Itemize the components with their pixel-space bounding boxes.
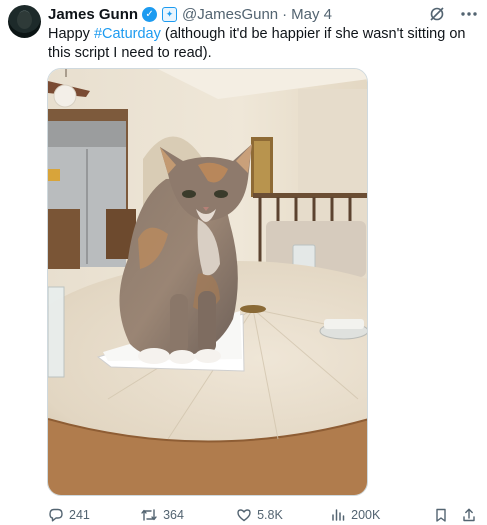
views-icon — [332, 509, 345, 521]
cat-photo-image — [48, 69, 367, 495]
like-count: 5.8K — [257, 508, 283, 522]
view-count: 200K — [351, 508, 381, 522]
avatar[interactable] — [8, 5, 41, 38]
reply-count: 241 — [69, 508, 90, 522]
share-icon[interactable] — [461, 507, 477, 523]
bookmark-icon[interactable] — [433, 507, 449, 523]
verified-badge-icon[interactable]: ✓ — [142, 6, 158, 22]
reply-button[interactable]: 241 — [48, 507, 140, 523]
tweet-actions-bar: 241 364 5.8K 200K — [48, 505, 477, 525]
author-name[interactable]: James Gunn — [48, 6, 138, 23]
author-handle[interactable]: @JamesGunn — [182, 6, 278, 23]
tweet-text-start: Happy — [48, 26, 94, 42]
separator-dot: · — [282, 5, 288, 23]
header-actions — [429, 6, 479, 22]
tweet-actions-right — [433, 507, 477, 523]
retweet-count: 364 — [163, 508, 184, 522]
hashtag-link[interactable]: #Caturday — [94, 26, 161, 42]
affiliate-badge-icon[interactable]: ✦ — [162, 6, 178, 22]
tweet-photo[interactable] — [47, 68, 368, 496]
tweet-header: James Gunn ✓ ✦ @JamesGunn · May 4 — [48, 5, 479, 23]
more-icon[interactable] — [459, 6, 479, 22]
grok-icon[interactable] — [429, 6, 445, 22]
reply-icon — [49, 508, 63, 522]
tweet-date[interactable]: May 4 — [291, 6, 332, 23]
retweet-button[interactable]: 364 — [140, 507, 236, 523]
like-button[interactable]: 5.8K — [236, 507, 330, 523]
heart-icon — [237, 509, 251, 522]
views-button[interactable]: 200K — [330, 507, 433, 523]
retweet-icon — [141, 509, 157, 521]
tweet-text: Happy #Caturday (although it'd be happie… — [48, 25, 467, 63]
